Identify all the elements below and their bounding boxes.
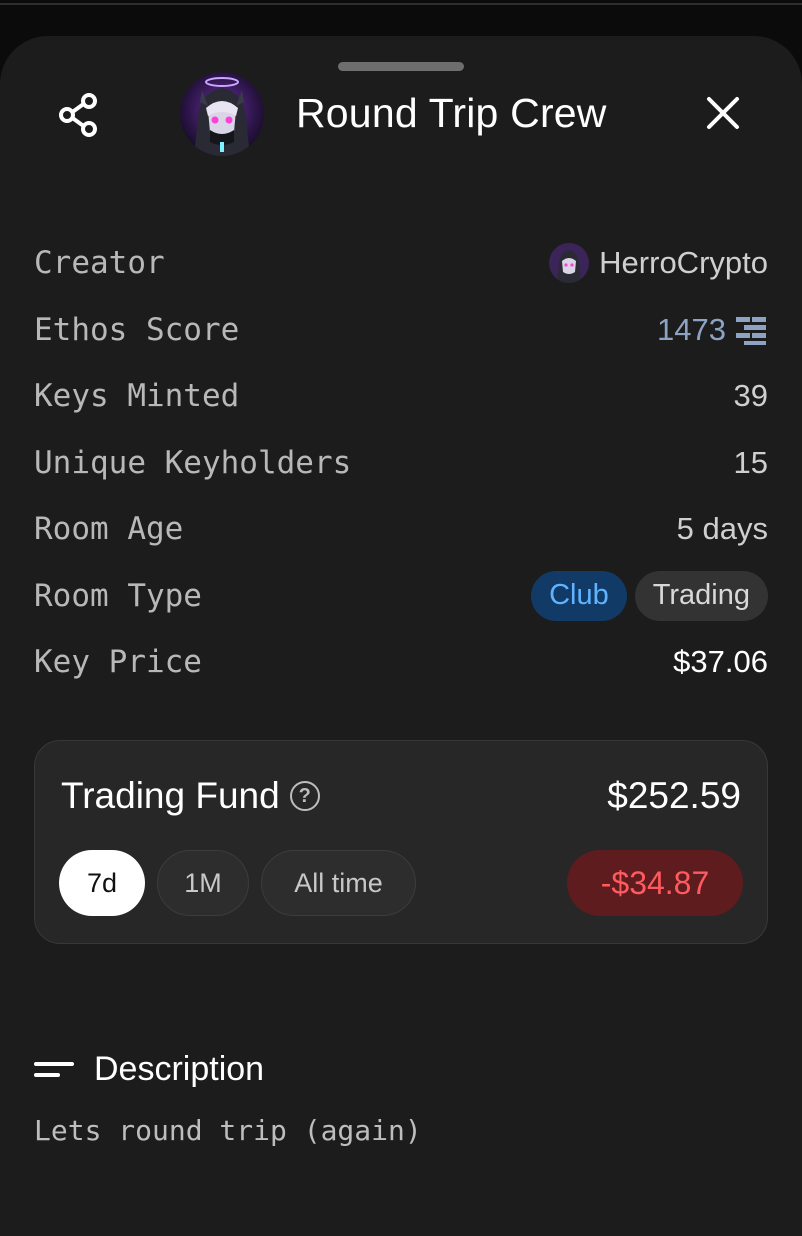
room-avatar xyxy=(180,72,264,156)
share-button[interactable] xyxy=(52,88,106,142)
detail-row-room-age: Room Age 5 days xyxy=(34,496,768,563)
detail-row-room-type: Room Type Club Trading xyxy=(34,563,768,630)
ethos-score-label: Ethos Score xyxy=(34,311,240,348)
creator-avatar xyxy=(549,243,590,284)
detail-row-ethos-score: Ethos Score 1473 xyxy=(34,297,768,364)
period-tab-7d[interactable]: 7d xyxy=(59,850,145,916)
close-icon xyxy=(707,97,739,129)
creator-label: Creator xyxy=(34,245,165,282)
ethos-logo-icon xyxy=(736,316,766,345)
unique-keyholders-value: 15 xyxy=(733,444,768,480)
trading-fund-value: $252.59 xyxy=(607,775,741,816)
room-type-label: Room Type xyxy=(34,577,202,614)
key-price-label: Key Price xyxy=(34,644,202,681)
sheet-header: Round Trip Crew xyxy=(0,70,802,160)
room-age-label: Room Age xyxy=(34,511,184,548)
creator-link[interactable]: HerroCrypto xyxy=(549,243,768,284)
help-circle-icon[interactable]: ? xyxy=(289,781,320,811)
ethos-score-value-group[interactable]: 1473 xyxy=(657,312,768,348)
tag-club: Club xyxy=(531,570,627,621)
room-type-tags: Club Trading xyxy=(531,570,768,621)
close-button[interactable] xyxy=(700,90,746,136)
ethos-score-value: 1473 xyxy=(657,311,726,347)
detail-row-unique-keyholders: Unique Keyholders 15 xyxy=(34,430,768,497)
share-icon xyxy=(59,93,97,137)
fund-change-badge: -$34.87 xyxy=(567,850,743,916)
room-details: Creator HerroCrypto Ethos Score 1473 Key… xyxy=(34,230,768,696)
description-title: Description xyxy=(94,1050,265,1088)
status-divider xyxy=(0,3,802,5)
room-age-value: 5 days xyxy=(676,511,768,547)
trading-fund-card: Trading Fund ? $252.59 7d 1M All time -$… xyxy=(34,740,768,944)
keys-minted-value: 39 xyxy=(733,378,768,414)
period-tab-all-time[interactable]: All time xyxy=(261,850,416,916)
period-selector: 7d 1M All time xyxy=(59,850,416,916)
text-lines-icon xyxy=(34,1061,74,1077)
description-heading: Description xyxy=(34,1050,264,1089)
detail-row-keys-minted: Keys Minted 39 xyxy=(34,363,768,430)
trading-fund-heading: Trading Fund ? xyxy=(61,775,320,817)
key-price-value: $37.06 xyxy=(673,644,768,680)
unique-keyholders-label: Unique Keyholders xyxy=(34,444,352,481)
description-text: Lets round trip (again) xyxy=(34,1114,422,1147)
tag-trading: Trading xyxy=(634,570,768,621)
trading-fund-title: Trading Fund xyxy=(61,775,280,816)
period-tab-1m[interactable]: 1M xyxy=(157,850,249,916)
detail-row-key-price: Key Price $37.06 xyxy=(34,629,768,696)
keys-minted-label: Keys Minted xyxy=(34,378,240,415)
creator-name: HerroCrypto xyxy=(599,245,768,281)
detail-row-creator: Creator HerroCrypto xyxy=(34,230,768,297)
room-title: Round Trip Crew xyxy=(296,90,607,136)
